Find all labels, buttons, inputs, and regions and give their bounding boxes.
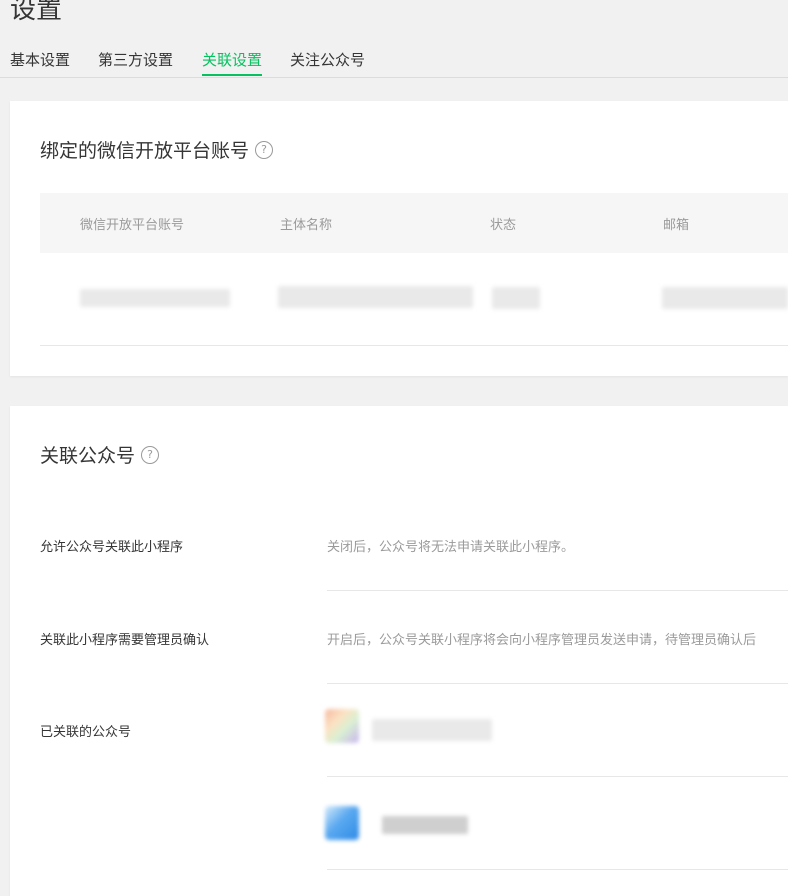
admin-confirm-label: 关联此小程序需要管理员确认: [40, 633, 210, 648]
row-divider: [327, 590, 788, 591]
row-divider: [327, 776, 788, 777]
allow-link-label: 允许公众号关联此小程序: [40, 540, 184, 555]
redacted-email: [662, 287, 788, 309]
admin-confirm-description: 开启后，公众号关联小程序将会向小程序管理员发送申请，待管理员确认后: [327, 633, 757, 648]
bound-account-card: 绑定的微信开放平台账号? 微信开放平台账号 主体名称 状态 邮箱: [10, 101, 788, 376]
bound-account-row: [40, 253, 788, 346]
page-title: 设置: [10, 0, 63, 25]
linked-accounts-label: 已关联的公众号: [40, 725, 132, 740]
question-mark-icon[interactable]: ?: [255, 140, 274, 159]
bound-account-table-header: 微信开放平台账号 主体名称 状态 邮箱: [40, 193, 788, 253]
linked-official-accounts-title-text: 关联公众号: [40, 445, 136, 467]
column-header-open-platform-account: 微信开放平台账号: [80, 218, 185, 233]
tab-basic-settings[interactable]: 基本设置: [10, 49, 70, 76]
linked-account-avatar: [325, 806, 359, 840]
tab-bar: 基本设置 第三方设置 关联设置 关注公众号: [0, 44, 788, 78]
redacted-account-name: [372, 719, 492, 741]
tab-third-party-settings[interactable]: 第三方设置: [98, 49, 173, 76]
tab-follow-official-account[interactable]: 关注公众号: [290, 49, 365, 76]
redacted-entity-name: [278, 286, 473, 308]
redacted-account-name: [382, 816, 468, 834]
row-divider: [327, 869, 788, 870]
column-header-status: 状态: [490, 218, 517, 233]
redacted-account-id: [80, 289, 230, 307]
linked-official-accounts-title: 关联公众号?: [40, 441, 160, 468]
redacted-status: [492, 287, 540, 309]
tab-link-settings[interactable]: 关联设置: [202, 49, 263, 76]
column-header-email: 邮箱: [663, 218, 690, 233]
linked-official-accounts-card: 关联公众号? 允许公众号关联此小程序 关闭后，公众号将无法申请关联此小程序。 关…: [10, 406, 788, 896]
column-header-entity-name: 主体名称: [280, 218, 333, 233]
row-divider: [327, 683, 788, 684]
allow-link-description: 关闭后，公众号将无法申请关联此小程序。: [327, 540, 575, 555]
question-mark-icon[interactable]: ?: [141, 445, 160, 464]
bound-account-title-text: 绑定的微信开放平台账号: [40, 140, 250, 162]
linked-account-avatar: [325, 709, 359, 743]
bound-account-title: 绑定的微信开放平台账号?: [40, 136, 274, 163]
